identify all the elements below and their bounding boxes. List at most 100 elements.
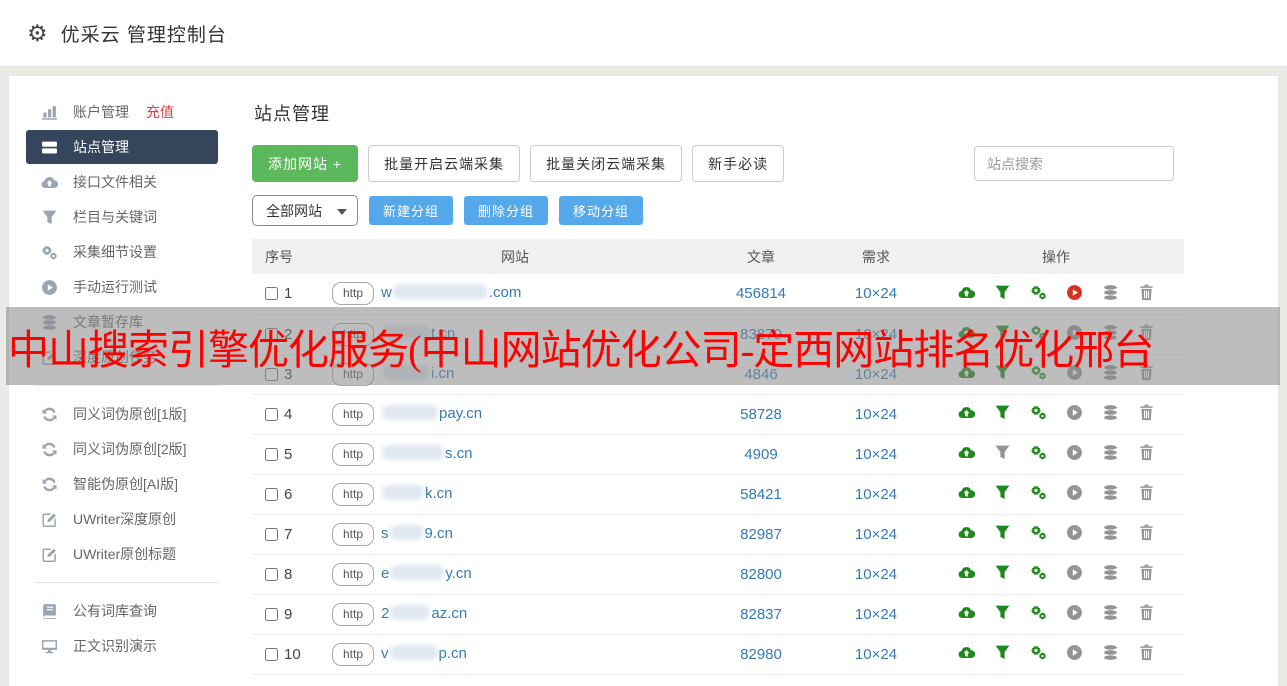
play-icon[interactable] <box>1066 604 1083 621</box>
play-icon[interactable] <box>1066 644 1083 661</box>
database-icon[interactable] <box>1102 604 1119 621</box>
newbie-guide-button[interactable]: 新手必读 <box>692 145 784 182</box>
sidebar-item-16[interactable]: 正文识别演示 <box>26 629 218 663</box>
filter-icon[interactable] <box>994 644 1011 661</box>
filter-icon[interactable] <box>994 364 1011 381</box>
articles-count-link[interactable]: 82800 <box>740 566 782 583</box>
sidebar-item-5[interactable]: 手动运行测试 <box>26 270 218 304</box>
filter-icon[interactable] <box>994 524 1011 541</box>
cloud-upload-icon[interactable] <box>958 644 975 661</box>
articles-count-link[interactable]: 82837 <box>740 606 782 623</box>
database-icon[interactable] <box>1102 564 1119 581</box>
row-checkbox[interactable] <box>265 287 278 300</box>
http-badge[interactable]: http <box>332 563 374 586</box>
site-domain-link[interactable]: 2az.cn <box>381 605 467 622</box>
row-checkbox[interactable] <box>265 448 278 461</box>
site-domain-link[interactable]: ey.cn <box>381 565 472 582</box>
articles-count-link[interactable]: 4846 <box>744 366 777 383</box>
demand-link[interactable]: 10×24 <box>855 406 897 423</box>
http-badge[interactable]: http <box>332 643 374 666</box>
sidebar-item-1[interactable]: 站点管理 <box>26 130 218 164</box>
play-icon[interactable] <box>1066 484 1083 501</box>
filter-icon[interactable] <box>994 604 1011 621</box>
database-icon[interactable] <box>1102 324 1119 341</box>
play-icon[interactable] <box>1066 444 1083 461</box>
site-domain-link[interactable]: s9.cn <box>381 525 453 542</box>
row-checkbox[interactable] <box>265 528 278 541</box>
demand-link[interactable]: 10×24 <box>855 646 897 663</box>
database-icon[interactable] <box>1102 404 1119 421</box>
sidebar-item-12[interactable]: UWriter深度原创 <box>26 502 218 536</box>
gears-icon[interactable] <box>1030 644 1047 661</box>
cloud-upload-icon[interactable] <box>958 444 975 461</box>
demand-link[interactable]: 10×24 <box>855 566 897 583</box>
play-icon[interactable] <box>1066 284 1083 301</box>
gears-icon[interactable] <box>1030 444 1047 461</box>
site-domain-link[interactable]: pay.cn <box>381 405 482 422</box>
database-icon[interactable] <box>1102 524 1119 541</box>
http-badge[interactable]: http <box>332 603 374 626</box>
gears-icon[interactable] <box>1030 564 1047 581</box>
sidebar-item-2[interactable]: 接口文件相关 <box>26 165 218 199</box>
trash-icon[interactable] <box>1138 324 1155 341</box>
gears-icon[interactable] <box>1030 284 1047 301</box>
gears-icon[interactable] <box>1030 364 1047 381</box>
row-checkbox[interactable] <box>265 648 278 661</box>
row-checkbox[interactable] <box>265 328 278 341</box>
move-group-button[interactable]: 移动分组 <box>559 196 643 225</box>
cloud-upload-icon[interactable] <box>958 284 975 301</box>
batch-enable-collect-button[interactable]: 批量开启云端采集 <box>368 145 520 182</box>
add-site-button[interactable]: 添加网站 + <box>252 145 358 182</box>
site-domain-link[interactable]: vp.cn <box>381 645 467 662</box>
batch-disable-collect-button[interactable]: 批量关闭云端采集 <box>530 145 682 182</box>
http-badge[interactable]: http <box>332 443 374 466</box>
site-domain-link[interactable]: s.cn <box>381 445 473 462</box>
trash-icon[interactable] <box>1138 484 1155 501</box>
play-icon[interactable] <box>1066 404 1083 421</box>
filter-icon[interactable] <box>994 284 1011 301</box>
gears-icon[interactable] <box>1030 324 1047 341</box>
cloud-upload-icon[interactable] <box>958 364 975 381</box>
articles-count-link[interactable]: 83870 <box>740 326 782 343</box>
trash-icon[interactable] <box>1138 604 1155 621</box>
cloud-upload-icon[interactable] <box>958 524 975 541</box>
http-badge[interactable]: http <box>332 323 374 346</box>
site-domain-link[interactable]: t.cn <box>381 325 455 342</box>
demand-link[interactable]: 10×24 <box>855 486 897 503</box>
sidebar-item-15[interactable]: 公有词库查询 <box>26 594 218 628</box>
trash-icon[interactable] <box>1138 444 1155 461</box>
row-checkbox[interactable] <box>265 568 278 581</box>
site-search-input[interactable] <box>974 146 1174 181</box>
database-icon[interactable] <box>1102 284 1119 301</box>
gears-icon[interactable] <box>1030 524 1047 541</box>
row-checkbox[interactable] <box>265 408 278 421</box>
articles-count-link[interactable]: 456814 <box>736 285 786 302</box>
recharge-link[interactable]: 充值 <box>146 102 174 122</box>
database-icon[interactable] <box>1102 364 1119 381</box>
cloud-upload-icon[interactable] <box>958 564 975 581</box>
trash-icon[interactable] <box>1138 644 1155 661</box>
sidebar-item-10[interactable]: 同义词伪原创[2版] <box>26 432 218 466</box>
new-group-button[interactable]: 新建分组 <box>369 196 453 225</box>
group-filter-select[interactable]: 全部网站 <box>252 195 358 226</box>
sidebar-item-6[interactable]: 文章暂存库 <box>26 305 218 339</box>
play-icon[interactable] <box>1066 564 1083 581</box>
articles-count-link[interactable]: 58728 <box>740 406 782 423</box>
gears-icon[interactable] <box>1030 484 1047 501</box>
filter-icon[interactable] <box>994 404 1011 421</box>
delete-group-button[interactable]: 删除分组 <box>464 196 548 225</box>
site-domain-link[interactable]: k.cn <box>381 485 453 502</box>
database-icon[interactable] <box>1102 644 1119 661</box>
row-checkbox[interactable] <box>265 488 278 501</box>
cloud-upload-icon[interactable] <box>958 484 975 501</box>
http-badge[interactable]: http <box>332 483 374 506</box>
gears-icon[interactable] <box>1030 404 1047 421</box>
sidebar-item-13[interactable]: UWriter原创标题 <box>26 537 218 571</box>
database-icon[interactable] <box>1102 484 1119 501</box>
row-checkbox[interactable] <box>265 368 278 381</box>
sidebar-item-11[interactable]: 智能伪原创[AI版] <box>26 467 218 501</box>
http-badge[interactable]: http <box>332 282 374 305</box>
trash-icon[interactable] <box>1138 284 1155 301</box>
site-domain-link[interactable]: i.cn <box>381 365 454 382</box>
trash-icon[interactable] <box>1138 364 1155 381</box>
